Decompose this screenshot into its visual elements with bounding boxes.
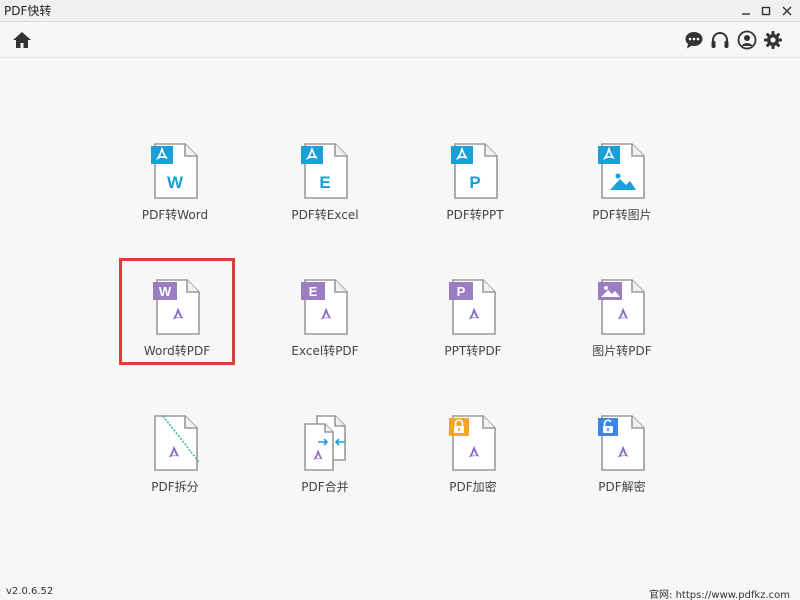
pdf-encrypt-icon [449,414,497,472]
tool-label: PDF解密 [598,480,646,494]
tool-label: 图片转PDF [592,344,652,358]
tool-label: PDF加密 [449,480,497,494]
status-bar: v2.0.6.52 官网: https://www.pdfkz.com [0,582,800,600]
tool-label: PDF转PPT [446,208,504,222]
tool-label: PDF转图片 [592,208,652,222]
image-to-pdf-icon [598,278,646,336]
tool-glyph: P [457,284,466,299]
website-link[interactable]: 官网: https://www.pdfkz.com [649,586,790,600]
tool-glyph: P [469,173,480,192]
tool-label: PDF拆分 [151,480,199,494]
chat-button[interactable] [682,28,706,52]
tool-glyph: E [309,284,318,299]
window-title: PDF快转 [4,4,52,18]
close-icon [782,6,792,16]
pdf-decrypt-icon [598,414,646,472]
tool-label: Word转PDF [143,344,211,358]
tool-pdf-decrypt[interactable]: PDF解密 [562,414,682,514]
tool-ppt-to-pdf[interactable]: P PPT转PDF [413,278,533,378]
maximize-icon [761,6,771,16]
ppt-to-pdf-icon: P [449,278,497,336]
headset-icon [711,32,729,48]
pdf-to-ppt-icon: P [451,142,499,200]
tool-label: PDF转Word [141,208,209,222]
title-bar: PDF快转 [0,0,800,22]
pdf-merge-icon [304,415,346,471]
pdf-to-excel-icon: E [301,142,349,200]
tool-pdf-to-image[interactable]: PDF转图片 [562,142,682,242]
tool-excel-to-pdf[interactable]: E Excel转PDF [265,278,385,378]
tool-image-to-pdf[interactable]: 图片转PDF [562,278,682,378]
excel-to-pdf-icon: E [301,278,349,336]
pdf-to-word-icon: W [151,142,199,200]
gear-icon [764,31,782,49]
tool-glyph: W [159,284,172,299]
tool-label: Excel转PDF [291,344,359,358]
close-button[interactable] [776,0,798,22]
home-icon [13,32,31,48]
home-button[interactable] [10,28,34,52]
user-button[interactable] [735,28,759,52]
user-icon [737,30,757,50]
pdf-to-image-icon [598,142,646,200]
tool-label: PDF转Excel [291,208,359,222]
tool-word-to-pdf[interactable]: W Word转PDF [117,278,237,378]
support-button[interactable] [708,28,732,52]
tool-pdf-split[interactable]: PDF拆分 [115,414,235,514]
pdf-split-icon [151,414,199,472]
tool-label: PDF合并 [301,480,349,494]
tool-pdf-to-ppt[interactable]: P PDF转PPT [415,142,535,242]
tool-glyph: W [167,173,184,192]
settings-button[interactable] [761,28,785,52]
maximize-button[interactable] [755,0,777,22]
minimize-button[interactable] [735,0,757,22]
tool-glyph: E [319,173,330,192]
tool-pdf-to-word[interactable]: W PDF转Word [115,142,235,242]
tool-label: PPT转PDF [444,344,502,358]
tool-pdf-encrypt[interactable]: PDF加密 [413,414,533,514]
tool-pdf-to-excel[interactable]: E PDF转Excel [265,142,385,242]
chat-icon [685,32,703,49]
word-to-pdf-icon: W [153,278,201,336]
version-text: v2.0.6.52 [6,586,54,597]
minimize-icon [742,13,750,15]
tool-pdf-merge[interactable]: PDF合并 [265,414,385,514]
toolbar [0,22,800,58]
